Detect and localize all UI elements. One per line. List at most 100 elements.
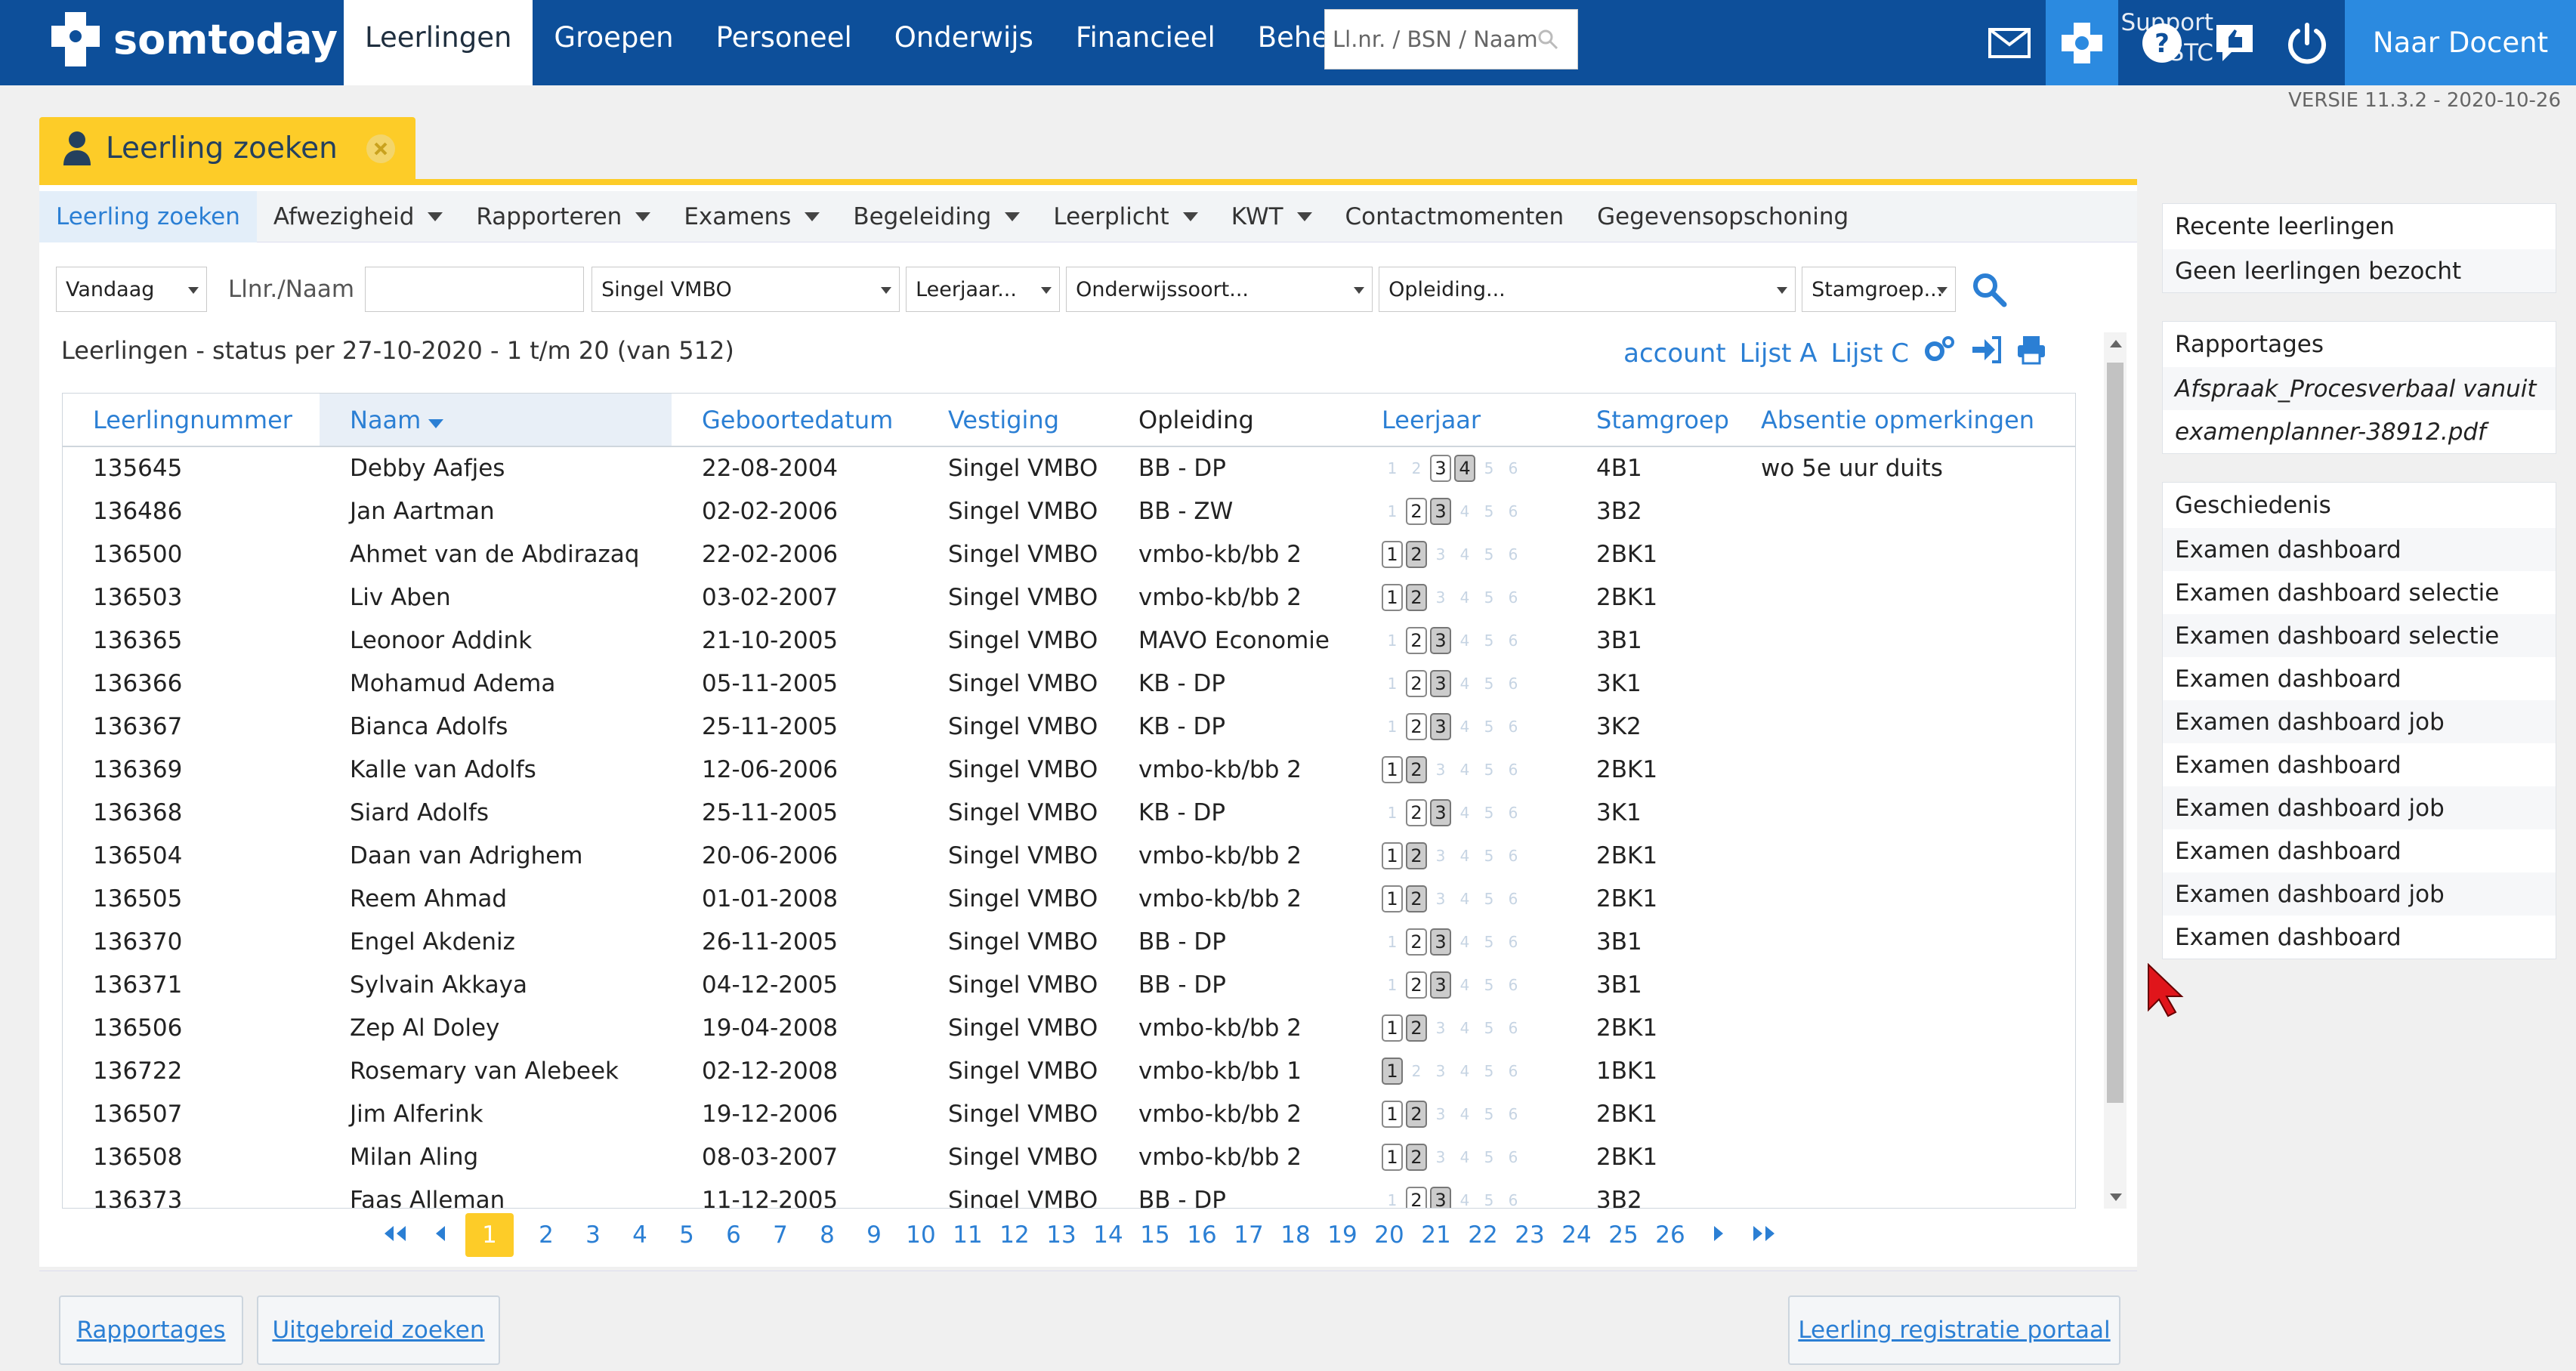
page-link[interactable]: 18 bbox=[1272, 1221, 1319, 1249]
search-icon[interactable] bbox=[1537, 28, 1559, 51]
sidebar-item[interactable]: Examen dashboard bbox=[2163, 528, 2556, 571]
sidebar-item[interactable]: Examen dashboard bbox=[2163, 743, 2556, 786]
page-link[interactable]: 10 bbox=[897, 1221, 944, 1249]
naar-docent-button[interactable]: Naar Docent bbox=[2345, 0, 2576, 85]
close-tab-icon[interactable] bbox=[366, 134, 396, 164]
subnav-examens[interactable]: Examens bbox=[667, 191, 836, 242]
help-icon[interactable]: ? bbox=[2126, 0, 2198, 85]
leerjaar-select[interactable]: Leerjaar... bbox=[906, 267, 1061, 312]
nav-groepen[interactable]: Groepen bbox=[533, 0, 694, 85]
table-row[interactable]: 135645 Debby Aafjes 22-08-2004 Singel VMBO B… bbox=[63, 446, 2075, 489]
page-link[interactable]: 11 bbox=[944, 1221, 991, 1249]
page-link[interactable]: 20 bbox=[1366, 1221, 1413, 1249]
page-link[interactable]: 7 bbox=[757, 1221, 804, 1249]
last-page-icon[interactable] bbox=[1740, 1221, 1787, 1249]
subnav-leerplicht[interactable]: Leerplicht bbox=[1036, 191, 1214, 242]
table-row[interactable]: 136486 Jan Aartman 02-02-2006 Singel VMBO BB… bbox=[63, 489, 2075, 533]
page-link[interactable]: 17 bbox=[1225, 1221, 1272, 1249]
next-page-icon[interactable] bbox=[1694, 1221, 1740, 1249]
table-row[interactable]: 136722 Rosemary van Alebeek 02-12-2008 Sing… bbox=[63, 1049, 2075, 1092]
sidebar-item[interactable]: Examen dashboard job bbox=[2163, 872, 2556, 916]
page-link[interactable]: 8 bbox=[804, 1221, 851, 1249]
tab-leerling-zoeken[interactable]: Leerling zoeken bbox=[39, 117, 415, 179]
page-link[interactable]: 25 bbox=[1600, 1221, 1647, 1249]
uitgebreid-zoeken-button[interactable]: Uitgebreid zoeken bbox=[257, 1295, 500, 1365]
nav-financieel[interactable]: Financieel bbox=[1055, 0, 1237, 85]
somtoday-logo[interactable]: somtoday bbox=[48, 9, 338, 69]
page-link[interactable]: 19 bbox=[1319, 1221, 1366, 1249]
onderwijssoort-select[interactable]: Onderwijssoort... bbox=[1066, 267, 1373, 312]
table-row[interactable]: 136370 Engel Akdeniz 26-11-2005 Singel VMBO… bbox=[63, 920, 2075, 963]
table-row[interactable]: 136373 Faas Alleman 11-12-2005 Singel VMBO B… bbox=[63, 1178, 2075, 1208]
page-link[interactable]: 21 bbox=[1413, 1221, 1459, 1249]
sidebar-item[interactable]: Afspraak_Procesverbaal vanuit bbox=[2163, 367, 2556, 410]
nav-onderwijs[interactable]: Onderwijs bbox=[873, 0, 1055, 85]
feedback-icon[interactable] bbox=[2198, 0, 2271, 85]
name-filter-input[interactable] bbox=[365, 267, 585, 312]
table-row[interactable]: 136508 Milan Aling 08-03-2007 Singel VMBO vm… bbox=[63, 1135, 2075, 1178]
sidebar-item[interactable]: Examen dashboard selectie bbox=[2163, 571, 2556, 614]
page-link[interactable]: 1 bbox=[465, 1213, 514, 1257]
col-geboortedatum[interactable]: Geboortedatum bbox=[672, 394, 918, 447]
nav-personeel[interactable]: Personeel bbox=[695, 0, 873, 85]
page-link[interactable]: 4 bbox=[616, 1221, 663, 1249]
subnav-kwt[interactable]: KWT bbox=[1215, 191, 1329, 242]
vestiging-select[interactable]: Singel VMBO bbox=[591, 267, 900, 312]
sidebar-item[interactable]: Geen leerlingen bezocht bbox=[2163, 249, 2556, 292]
sidebar-item[interactable]: examenplanner-38912.pdf bbox=[2163, 410, 2556, 453]
print-icon[interactable] bbox=[2016, 335, 2046, 372]
table-row[interactable]: 136367 Bianca Adolfs 25-11-2005 Singel VMBO… bbox=[63, 705, 2075, 748]
stamgroep-select[interactable]: Stamgroep... bbox=[1802, 267, 1957, 312]
page-link[interactable]: 22 bbox=[1459, 1221, 1506, 1249]
table-row[interactable]: 136365 Leonoor Addink 21-10-2005 Singel VMB… bbox=[63, 619, 2075, 662]
table-scrollbar[interactable] bbox=[2104, 332, 2127, 1209]
subnav-leerling-zoeken[interactable]: Leerling zoeken bbox=[39, 190, 257, 242]
col-absentie-opmerkingen[interactable]: Absentie opmerkingen bbox=[1731, 394, 2075, 447]
page-link[interactable]: 6 bbox=[710, 1221, 757, 1249]
mail-icon[interactable] bbox=[1973, 0, 2046, 85]
subnav-contactmomenten[interactable]: Contactmomenten bbox=[1329, 191, 1581, 242]
table-row[interactable]: 136369 Kalle van Adolfs 12-06-2006 Singel V… bbox=[63, 748, 2075, 791]
page-link[interactable]: 26 bbox=[1647, 1221, 1694, 1249]
opleiding-select[interactable]: Opleiding... bbox=[1379, 267, 1796, 312]
nav-leerlingen[interactable]: Leerlingen bbox=[344, 0, 533, 85]
lijst-c-link[interactable]: Lijst C bbox=[1831, 338, 1909, 369]
col-stamgroep[interactable]: Stamgroep bbox=[1566, 394, 1731, 447]
table-row[interactable]: 136371 Sylvain Akkaya 04-12-2005 Singel VMB… bbox=[63, 963, 2075, 1006]
page-link[interactable]: 24 bbox=[1553, 1221, 1600, 1249]
col-vestiging[interactable]: Vestiging bbox=[918, 394, 1108, 447]
page-link[interactable]: 3 bbox=[570, 1221, 616, 1249]
page-link[interactable]: 13 bbox=[1038, 1221, 1085, 1249]
rapportages-button[interactable]: Rapportages bbox=[59, 1295, 243, 1365]
sidebar-item[interactable]: Examen dashboard job bbox=[2163, 700, 2556, 743]
search-icon[interactable] bbox=[1971, 271, 2007, 307]
table-row[interactable]: 136505 Reem Ahmad 01-01-2008 Singel VMBO vmb… bbox=[63, 877, 2075, 920]
somtoday-connect-icon[interactable] bbox=[2046, 0, 2118, 85]
subnav-begeleiding[interactable]: Begeleiding bbox=[836, 191, 1036, 242]
page-link[interactable]: 15 bbox=[1132, 1221, 1178, 1249]
sidebar-item[interactable]: Examen dashboard bbox=[2163, 916, 2556, 959]
table-row[interactable]: 136500 Ahmet van de Abdirazaq 22-02-2006 Si… bbox=[63, 533, 2075, 576]
table-row[interactable]: 136503 Liv Aben 03-02-2007 Singel VMBO vmbo-… bbox=[63, 576, 2075, 619]
leerling-registratie-portaal-button[interactable]: Leerling registratie portaal bbox=[1788, 1295, 2120, 1365]
table-row[interactable]: 136506 Zep Al Doley 19-04-2008 Singel VMBO v… bbox=[63, 1006, 2075, 1049]
sidebar-item[interactable]: Examen dashboard bbox=[2163, 657, 2556, 700]
page-link[interactable]: 5 bbox=[663, 1221, 710, 1249]
col-leerlingnummer[interactable]: Leerlingnummer bbox=[63, 394, 320, 447]
page-link[interactable]: 2 bbox=[523, 1221, 570, 1249]
lijst-a-link[interactable]: Lijst A bbox=[1740, 338, 1818, 369]
first-page-icon[interactable] bbox=[372, 1221, 419, 1249]
table-row[interactable]: 136504 Daan van Adrighem 20-06-2006 Singel … bbox=[63, 834, 2075, 877]
subnav-gegevensopschoning[interactable]: Gegevensopschoning bbox=[1580, 191, 1865, 242]
col-naam[interactable]: Naam bbox=[320, 394, 672, 447]
global-search-input[interactable] bbox=[1333, 26, 1537, 52]
table-row[interactable]: 136366 Mohamud Adema 05-11-2005 Singel VMBO… bbox=[63, 662, 2075, 705]
table-row[interactable]: 136507 Jim Alferink 19-12-2006 Singel VMBO v… bbox=[63, 1092, 2075, 1135]
settings-icon[interactable] bbox=[1923, 335, 1956, 372]
col-leerjaar[interactable]: Leerjaar bbox=[1351, 394, 1566, 447]
export-icon[interactable] bbox=[1969, 335, 2003, 372]
account-link[interactable]: account bbox=[1623, 338, 1725, 369]
page-link[interactable]: 23 bbox=[1506, 1221, 1553, 1249]
sidebar-item[interactable]: Examen dashboard job bbox=[2163, 786, 2556, 829]
table-row[interactable]: 136368 Siard Adolfs 25-11-2005 Singel VMBO K… bbox=[63, 791, 2075, 834]
